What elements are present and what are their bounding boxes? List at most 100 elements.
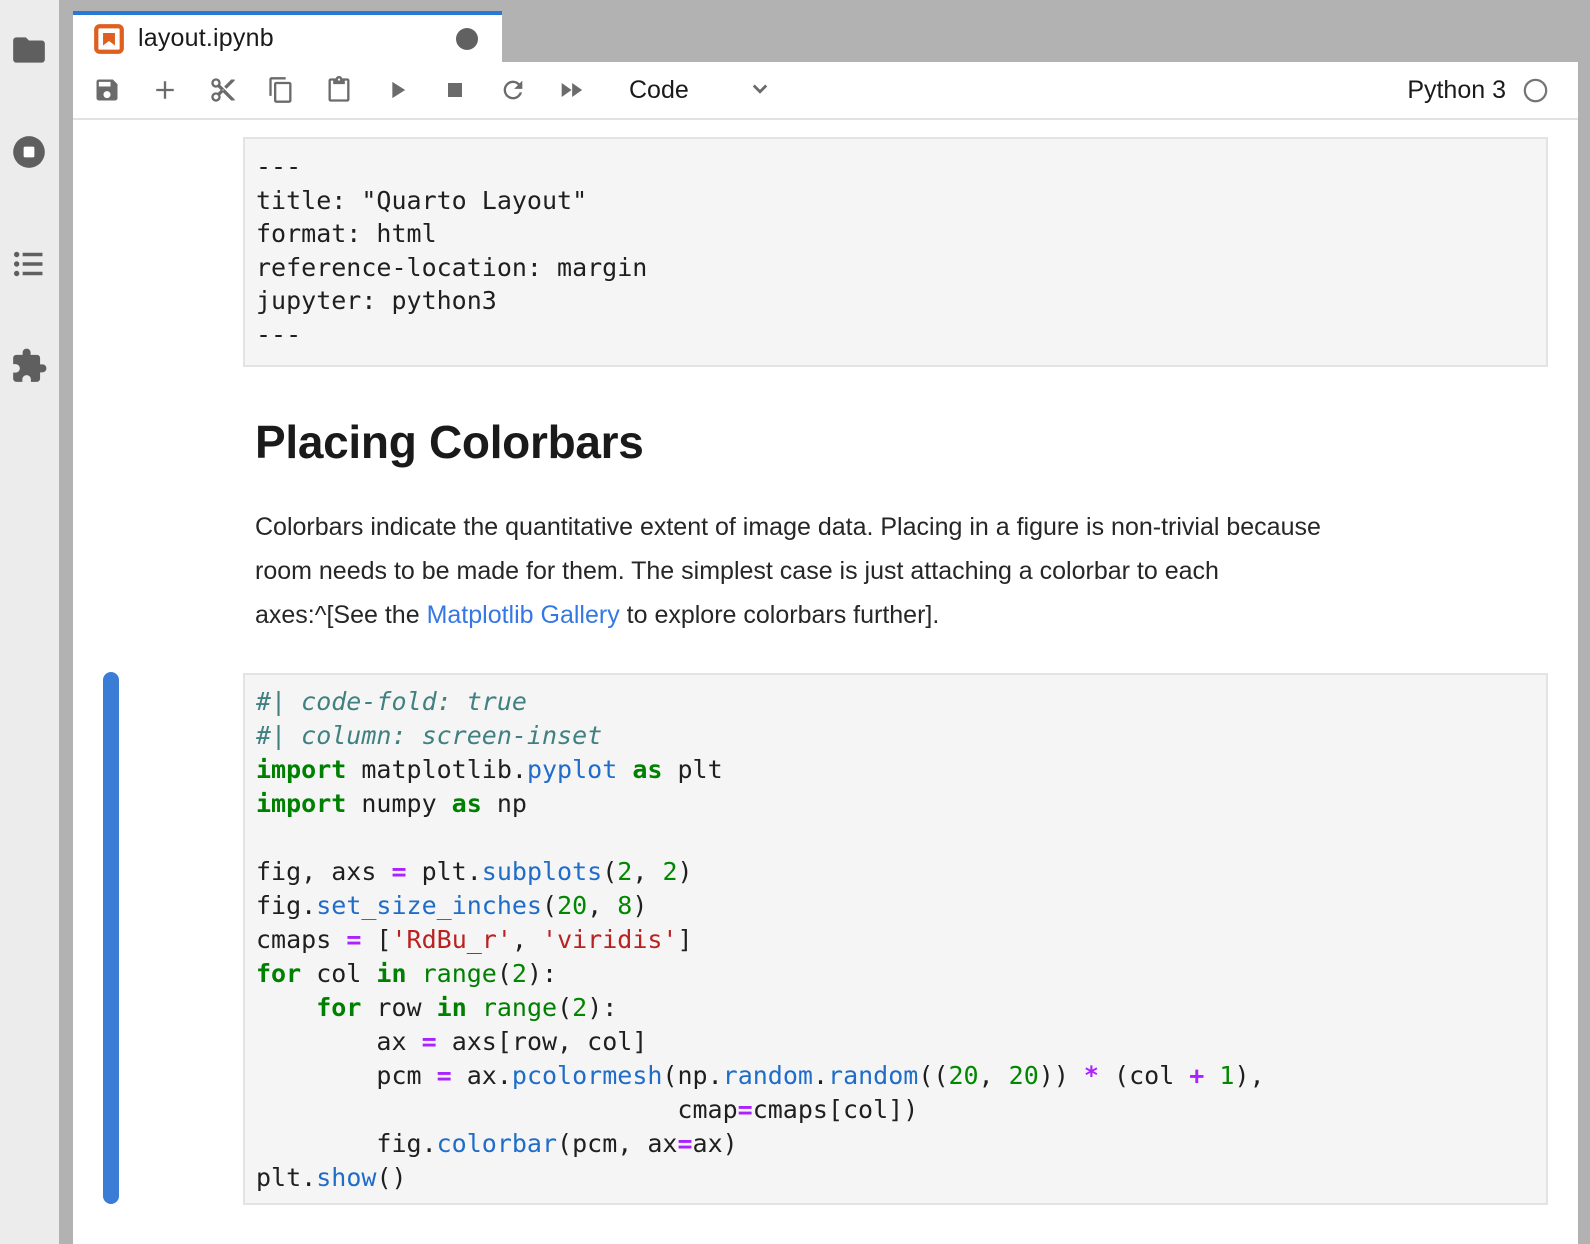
code-token: [ [361, 925, 391, 954]
code-token: ) [632, 891, 647, 920]
clipboard-icon [325, 76, 353, 104]
code-token: ( [602, 857, 617, 886]
kernel-name[interactable]: Python 3 [1407, 76, 1506, 105]
code-token [407, 959, 422, 988]
notebook-toolbar: Code Python 3 [73, 62, 1578, 120]
paragraph-text: axes:^[See the [255, 601, 427, 629]
sidebar-item-running-kernels[interactable] [10, 133, 48, 171]
code-token: ] [677, 925, 692, 954]
code-token: 2 [572, 993, 587, 1022]
notebook-icon [92, 22, 126, 56]
raw-line: format: html [256, 217, 1546, 251]
sidebar-item-table-of-contents[interactable] [10, 245, 48, 283]
code-token: , [632, 857, 662, 886]
code-line: import numpy as np [256, 787, 1546, 821]
code-token: 2 [662, 857, 677, 886]
jupyterlab-window: layout.ipynb C [0, 0, 1590, 1244]
insert-cell-button[interactable] [151, 76, 179, 104]
code-token: range [422, 959, 497, 988]
paste-cells-button[interactable] [325, 76, 353, 104]
code-token: ) [678, 857, 693, 886]
code-token: as [452, 789, 482, 818]
save-button[interactable] [93, 76, 121, 104]
sidebar-item-file-browser[interactable] [10, 31, 48, 69]
activity-sidebar [0, 0, 59, 1244]
code-cell-editor[interactable]: #| code-fold: true#| column: screen-inse… [243, 673, 1548, 1205]
code-token: cmaps [256, 925, 346, 954]
code-token: fig. [256, 891, 316, 920]
code-token: ax. [452, 1061, 512, 1090]
folder-icon [10, 31, 48, 69]
code-token: cmap [256, 1095, 738, 1124]
code-token: , [587, 891, 617, 920]
code-line: for col in range(2): [256, 957, 1546, 991]
markdown-paragraph: Colorbars indicate the quantitative exte… [255, 505, 1321, 637]
code-token: 'RdBu_r' [391, 925, 511, 954]
restart-kernel-button[interactable] [499, 76, 527, 104]
copy-cells-button[interactable] [267, 76, 295, 104]
code-line: cmap=cmaps[col]) [256, 1093, 1546, 1127]
code-token: * [1084, 1061, 1099, 1090]
tab-layout-ipynb[interactable]: layout.ipynb [73, 11, 502, 62]
run-cell-button[interactable] [383, 76, 411, 104]
code-token: = [346, 925, 361, 954]
raw-cell-editor[interactable]: --- title: "Quarto Layout" format: html … [243, 137, 1548, 367]
cell-type-dropdown[interactable]: Code [629, 73, 775, 108]
copy-icon [267, 76, 295, 104]
code-line: fig.set_size_inches(20, 8) [256, 889, 1546, 923]
code-token: ): [587, 993, 617, 1022]
code-token: 2 [617, 857, 632, 886]
code-token [1204, 1061, 1219, 1090]
cut-cells-button[interactable] [209, 76, 237, 104]
raw-line: --- [256, 318, 1546, 352]
code-line: for row in range(2): [256, 991, 1546, 1025]
matplotlib-gallery-link[interactable]: Matplotlib Gallery [427, 601, 620, 629]
code-token: matplotlib. [346, 755, 527, 784]
code-token: = [437, 1061, 452, 1090]
plus-icon [151, 76, 179, 104]
code-token: () [376, 1163, 406, 1192]
restart-run-all-button[interactable] [557, 76, 585, 104]
code-token: pyplot [527, 755, 617, 784]
code-token: ( [557, 993, 572, 1022]
raw-line: title: "Quarto Layout" [256, 184, 1546, 218]
code-token: ax [256, 1027, 422, 1056]
paragraph-line: Colorbars indicate the quantitative exte… [255, 505, 1321, 549]
raw-line: jupyter: python3 [256, 284, 1546, 318]
code-token: for [256, 959, 301, 988]
cell-collapser[interactable] [103, 672, 119, 1204]
notebook-panel: --- title: "Quarto Layout" format: html … [73, 120, 1578, 1244]
code-line: import matplotlib.pyplot as plt [256, 753, 1546, 787]
code-token: ( [497, 959, 512, 988]
code-token: 8 [617, 891, 632, 920]
code-token: 1 [1219, 1061, 1234, 1090]
code-token: pcolormesh [512, 1061, 663, 1090]
sidebar-item-extension-manager[interactable] [10, 347, 48, 385]
code-token: 20 [557, 891, 587, 920]
code-token: = [391, 857, 406, 886]
code-token: 20 [1009, 1061, 1039, 1090]
save-icon [93, 76, 121, 104]
code-token: plt. [256, 1163, 316, 1192]
paragraph-text: to explore colorbars further]. [620, 601, 940, 629]
stop-circle-icon [10, 133, 48, 171]
code-token: , [512, 925, 542, 954]
cell-type-value: Code [629, 76, 689, 105]
raw-line: reference-location: margin [256, 251, 1546, 285]
code-token: row [361, 993, 436, 1022]
code-token: . [813, 1061, 828, 1090]
code-token: (np. [662, 1061, 722, 1090]
interrupt-kernel-button[interactable] [441, 76, 469, 104]
code-line: fig.colorbar(pcm, ax=ax) [256, 1127, 1546, 1161]
code-token: np [482, 789, 527, 818]
code-token: fig. [256, 1129, 437, 1158]
code-token: set_size_inches [316, 891, 542, 920]
scissors-icon [209, 76, 237, 104]
code-token: #| column: screen-inset [256, 721, 602, 750]
chevron-down-icon [689, 73, 775, 108]
code-token [467, 993, 482, 1022]
paragraph-line: axes:^[See the Matplotlib Gallery to exp… [255, 593, 1321, 637]
code-line: fig, axs = plt.subplots(2, 2) [256, 855, 1546, 889]
code-editor-lines: #| code-fold: true#| column: screen-inse… [256, 685, 1546, 1195]
code-token: = [422, 1027, 437, 1056]
